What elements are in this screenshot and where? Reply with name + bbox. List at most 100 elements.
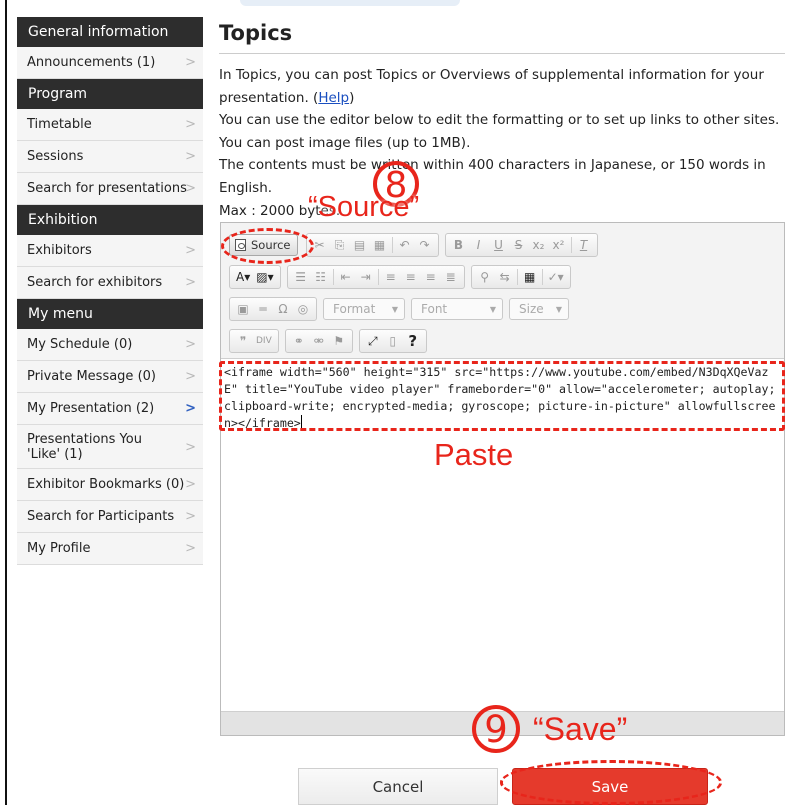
- toolbar-separator: [377, 269, 379, 285]
- size-select[interactable]: Size ▼: [509, 298, 569, 320]
- color-group: A▾ ▨▾: [229, 265, 281, 289]
- links-group: ⚭ ⚮ ⚑: [284, 329, 353, 353]
- rich-text-editor: Source ✂ ⎘ ▤ ▦ ↶ ↷ B I U S x₂ x² T A▾ ▨▾…: [220, 222, 785, 736]
- toolbar-separator: [391, 237, 393, 253]
- chevron-right-icon: >: [185, 181, 196, 196]
- bulleted-list-icon[interactable]: ☷: [311, 267, 331, 287]
- font-select-label: Font: [421, 302, 448, 316]
- save-annotation-label: “Save”: [533, 711, 628, 747]
- spellcheck-icon[interactable]: ✓▾: [545, 267, 567, 287]
- italic-icon[interactable]: I: [469, 235, 489, 255]
- strike-icon[interactable]: S: [509, 235, 529, 255]
- paste-text-icon[interactable]: ▦: [370, 235, 390, 255]
- select-all-icon[interactable]: ▦: [520, 267, 540, 287]
- description-text: The contents must be written within 400 …: [219, 157, 766, 196]
- sidebar-item-search-participants[interactable]: Search for Participants >: [17, 501, 203, 533]
- sidebar-item-timetable[interactable]: Timetable >: [17, 109, 203, 141]
- underline-icon[interactable]: U: [489, 235, 509, 255]
- window-edge: [5, 0, 7, 805]
- sidebar-item-label: My Schedule (0): [27, 337, 133, 352]
- step-9-number: 9: [484, 708, 508, 751]
- sidebar-item-announcements[interactable]: Announcements (1) >: [17, 47, 203, 79]
- bg-color-icon[interactable]: ▨▾: [253, 267, 276, 287]
- main-content: Topics In Topics, you can post Topics or…: [219, 17, 785, 222]
- undo-icon[interactable]: ↶: [395, 235, 415, 255]
- subscript-icon[interactable]: x₂: [529, 235, 549, 255]
- sidebar-item-exhibitor-bookmarks[interactable]: Exhibitor Bookmarks (0) >: [17, 469, 203, 501]
- size-select-label: Size: [519, 302, 544, 316]
- omega-icon[interactable]: Ω: [273, 299, 293, 319]
- unlink-icon[interactable]: ⚮: [309, 331, 329, 351]
- superscript-icon[interactable]: x²: [549, 235, 569, 255]
- text-color-icon[interactable]: A▾: [233, 267, 253, 287]
- paste-highlight-outline: [219, 361, 785, 431]
- paste-icon[interactable]: ▤: [350, 235, 370, 255]
- topics-description: In Topics, you can post Topics or Overvi…: [219, 64, 785, 222]
- sidebar-item-label: Search for Participants: [27, 509, 175, 524]
- sidebar-item-label: My Profile: [27, 541, 91, 556]
- sidebar-item-sessions[interactable]: Sessions >: [17, 141, 203, 173]
- cancel-button[interactable]: Cancel: [298, 768, 498, 805]
- sidebar-item-my-profile[interactable]: My Profile >: [17, 533, 203, 565]
- sidebar-item-label: Exhibitor Bookmarks (0): [27, 477, 185, 492]
- image-icon[interactable]: ▣: [233, 299, 253, 319]
- sidebar-heading-general: General information: [17, 17, 203, 47]
- sidebar-item-label: Presentations You 'Like' (1): [27, 432, 142, 462]
- page-title: Topics: [219, 21, 293, 45]
- insert-group: ▣ ═ Ω ◎: [229, 297, 317, 321]
- anchor-icon[interactable]: ⚑: [329, 331, 349, 351]
- maximize-icon[interactable]: ⤢: [363, 331, 383, 351]
- sidebar-item-label: Search for exhibitors: [27, 275, 163, 290]
- sidebar-item-my-presentation[interactable]: My Presentation (2) >: [17, 393, 203, 425]
- indent-icon[interactable]: ⇥: [356, 267, 376, 287]
- sidebar-item-label: Exhibitors: [27, 243, 92, 258]
- sidebar-item-label: Timetable: [27, 117, 92, 132]
- sidebar-item-search-exhibitors[interactable]: Search for exhibitors >: [17, 267, 203, 299]
- sidebar: General information Announcements (1) > …: [17, 17, 203, 565]
- redo-icon[interactable]: ↷: [415, 235, 435, 255]
- description-text: You can post image files (up to 1MB).: [219, 134, 471, 151]
- chevron-right-icon: >: [185, 243, 196, 258]
- toolbar-separator: [516, 269, 518, 285]
- div-icon[interactable]: DIV: [253, 331, 275, 351]
- remove-format-icon[interactable]: T: [574, 235, 594, 255]
- find-icon[interactable]: ⚲: [475, 267, 495, 287]
- format-select[interactable]: Format ▼: [323, 298, 405, 320]
- outdent-icon[interactable]: ⇤: [336, 267, 356, 287]
- toolbar-separator: [332, 269, 334, 285]
- copy-icon[interactable]: ⎘: [330, 235, 350, 255]
- chevron-right-icon: >: [185, 275, 196, 290]
- chevron-right-icon: >: [185, 477, 196, 492]
- numbered-list-icon[interactable]: ☰: [291, 267, 311, 287]
- sidebar-item-search-presentations[interactable]: Search for presentations >: [17, 173, 203, 205]
- format-select-label: Format: [333, 302, 376, 316]
- sidebar-item-label: Announcements (1): [27, 55, 156, 70]
- sidebar-item-private-message[interactable]: Private Message (0) >: [17, 361, 203, 393]
- chevron-down-icon: ▼: [489, 304, 496, 314]
- align-left-icon[interactable]: ≡: [381, 267, 401, 287]
- toolbar-separator: [570, 237, 572, 253]
- iframe-icon[interactable]: ◎: [293, 299, 313, 319]
- sidebar-item-my-schedule[interactable]: My Schedule (0) >: [17, 329, 203, 361]
- horizontal-rule-icon[interactable]: ═: [253, 299, 273, 319]
- sidebar-item-label: Private Message (0): [27, 369, 156, 384]
- top-tab-strip: [240, 0, 460, 6]
- sidebar-item-presentations-liked[interactable]: Presentations You 'Like' (1) >: [17, 425, 203, 469]
- align-center-icon[interactable]: ≡: [401, 267, 421, 287]
- bold-icon[interactable]: B: [449, 235, 469, 255]
- justify-icon[interactable]: ≣: [441, 267, 461, 287]
- link-icon[interactable]: ⚭: [289, 331, 309, 351]
- help-icon[interactable]: ?: [403, 331, 423, 351]
- show-blocks-icon[interactable]: ▯: [383, 331, 403, 351]
- blockquote-icon[interactable]: ❞: [233, 331, 253, 351]
- help-link[interactable]: Help: [318, 90, 349, 106]
- toolbar-row-4: ❞ DIV ⚭ ⚮ ⚑ ⤢ ▯ ?: [229, 328, 433, 354]
- chevron-right-icon: >: [185, 149, 196, 164]
- font-select[interactable]: Font ▼: [411, 298, 503, 320]
- chevron-right-icon: >: [185, 117, 196, 132]
- replace-icon[interactable]: ⇆: [495, 267, 515, 287]
- align-right-icon[interactable]: ≡: [421, 267, 441, 287]
- app-frame: General information Announcements (1) > …: [0, 0, 785, 805]
- sidebar-item-exhibitors[interactable]: Exhibitors >: [17, 235, 203, 267]
- step-9-marker: 9: [472, 705, 520, 753]
